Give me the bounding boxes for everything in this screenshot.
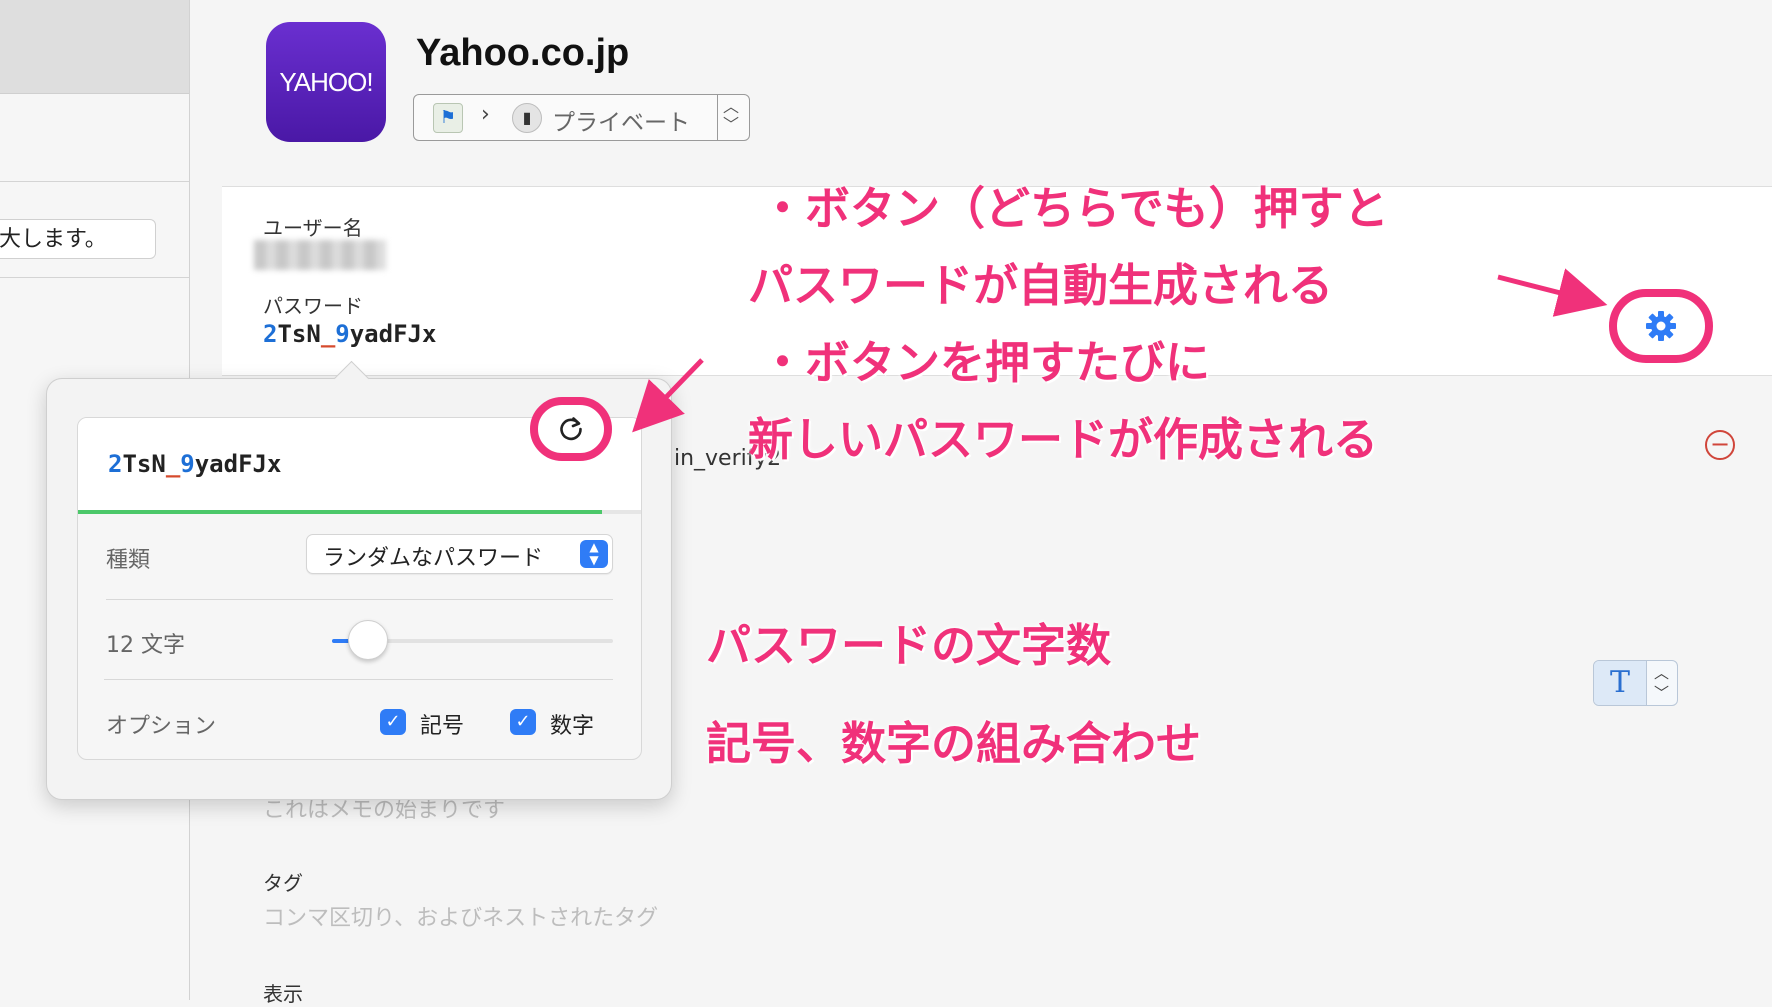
annotation-arrows [632, 268, 1608, 433]
annotation-text: パスワードが自動生成される [748, 259, 1334, 312]
arrow-to-regenerate [632, 358, 704, 433]
annotation-text: ・ボタン（どちらでも）押すと [760, 182, 1389, 235]
annotation-text: 新しいパスワードが作成される [748, 413, 1379, 466]
arrow-to-gear [1497, 268, 1608, 317]
annotation-text: ・ボタンを押すたびに [760, 336, 1211, 389]
annotation-text: 記号、数字の組み合わせ [706, 717, 1202, 770]
annotation-text: パスワードの文字数 [706, 619, 1112, 672]
